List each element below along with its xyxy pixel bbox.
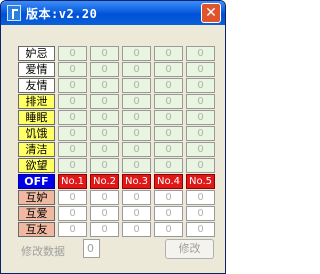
close-button[interactable]: ✕: [201, 3, 221, 23]
mutual-value-cell[interactable]: 0: [90, 221, 119, 237]
stat-value-cell[interactable]: 0: [186, 45, 215, 61]
stat-value-cell[interactable]: 0: [154, 125, 183, 141]
mutual-value-cell[interactable]: 0: [122, 221, 151, 237]
stat-value-cell[interactable]: 0: [122, 77, 151, 93]
stat-label: 清洁: [18, 141, 55, 157]
stat-value-cell[interactable]: 0: [154, 109, 183, 125]
app-window: 版本:v2.20 ✕ 妒忌 0 0 0 0 0 爱情 0 0 0 0 0 友情 0 0 0 0 0 排泄 0 0 0 0 0 睡…: [0, 0, 226, 274]
stat-value-cell[interactable]: 0: [58, 109, 87, 125]
stat-value-cell[interactable]: 0: [154, 141, 183, 157]
stat-value-cell[interactable]: 0: [154, 93, 183, 109]
stat-label: 睡眠: [18, 109, 55, 125]
stat-label: 妒忌: [18, 45, 55, 61]
mutual-value-cell[interactable]: 0: [122, 205, 151, 221]
stat-value-cell[interactable]: 0: [58, 157, 87, 173]
off-toggle[interactable]: OFF: [18, 173, 55, 189]
stat-value-cell[interactable]: 0: [122, 93, 151, 109]
stat-value-cell[interactable]: 0: [122, 125, 151, 141]
mutual-label: 互妒: [18, 189, 55, 205]
mutual-value-cell[interactable]: 0: [186, 189, 215, 205]
mutual-label: 互友: [18, 221, 55, 237]
stat-value-cell[interactable]: 0: [186, 77, 215, 93]
stat-value-cell[interactable]: 0: [186, 109, 215, 125]
mutual-label: 互爱: [18, 205, 55, 221]
mutual-value-cell[interactable]: 0: [154, 205, 183, 221]
stat-value-cell[interactable]: 0: [90, 61, 119, 77]
modify-data-label: 修改数据: [21, 245, 65, 258]
stat-value-cell[interactable]: 0: [154, 157, 183, 173]
title-bar[interactable]: 版本:v2.20 ✕: [1, 1, 225, 25]
stat-value-cell[interactable]: 0: [90, 77, 119, 93]
stat-value-cell[interactable]: 0: [122, 61, 151, 77]
column-header[interactable]: No.2: [90, 173, 119, 189]
stat-value-cell[interactable]: 0: [122, 141, 151, 157]
mutual-value-cell[interactable]: 0: [186, 205, 215, 221]
mutual-value-cell[interactable]: 0: [122, 189, 151, 205]
modify-button[interactable]: 修改: [165, 239, 214, 259]
stat-value-cell[interactable]: 0: [90, 45, 119, 61]
stat-value-cell[interactable]: 0: [154, 61, 183, 77]
mutual-value-cell[interactable]: 0: [58, 221, 87, 237]
stat-label: 友情: [18, 77, 55, 93]
stat-value-cell[interactable]: 0: [122, 45, 151, 61]
stat-label: 欲望: [18, 157, 55, 173]
stat-value-cell[interactable]: 0: [122, 109, 151, 125]
stat-value-cell[interactable]: 0: [58, 45, 87, 61]
stat-value-cell[interactable]: 0: [186, 125, 215, 141]
modify-value-input[interactable]: 0: [83, 239, 100, 258]
stat-value-cell[interactable]: 0: [186, 157, 215, 173]
mutual-value-cell[interactable]: 0: [186, 221, 215, 237]
stat-value-cell[interactable]: 0: [186, 141, 215, 157]
stat-value-cell[interactable]: 0: [122, 157, 151, 173]
window-title: 版本:v2.20: [26, 7, 98, 21]
column-header[interactable]: No.5: [186, 173, 215, 189]
stat-value-cell[interactable]: 0: [90, 109, 119, 125]
stat-value-cell[interactable]: 0: [58, 61, 87, 77]
mutual-value-cell[interactable]: 0: [90, 189, 119, 205]
mutual-value-cell[interactable]: 0: [154, 221, 183, 237]
stat-value-cell[interactable]: 0: [186, 61, 215, 77]
stat-value-cell[interactable]: 0: [90, 141, 119, 157]
stat-label: 爱情: [18, 61, 55, 77]
stat-label: 饥饿: [18, 125, 55, 141]
stat-value-cell[interactable]: 0: [90, 157, 119, 173]
stat-value-cell[interactable]: 0: [154, 77, 183, 93]
stat-value-cell[interactable]: 0: [90, 125, 119, 141]
stat-value-cell[interactable]: 0: [186, 93, 215, 109]
mutual-value-cell[interactable]: 0: [58, 205, 87, 221]
column-header[interactable]: No.3: [122, 173, 151, 189]
stat-value-cell[interactable]: 0: [58, 141, 87, 157]
column-header[interactable]: No.1: [58, 173, 87, 189]
stat-value-cell[interactable]: 0: [154, 45, 183, 61]
mutual-value-cell[interactable]: 0: [154, 189, 183, 205]
stat-value-cell[interactable]: 0: [58, 125, 87, 141]
stat-value-cell[interactable]: 0: [58, 77, 87, 93]
mutual-value-cell[interactable]: 0: [58, 189, 87, 205]
stat-value-cell[interactable]: 0: [90, 93, 119, 109]
stat-label: 排泄: [18, 93, 55, 109]
stat-value-cell[interactable]: 0: [58, 93, 87, 109]
app-icon: [7, 5, 21, 21]
mutual-value-cell[interactable]: 0: [90, 205, 119, 221]
column-header[interactable]: No.4: [154, 173, 183, 189]
